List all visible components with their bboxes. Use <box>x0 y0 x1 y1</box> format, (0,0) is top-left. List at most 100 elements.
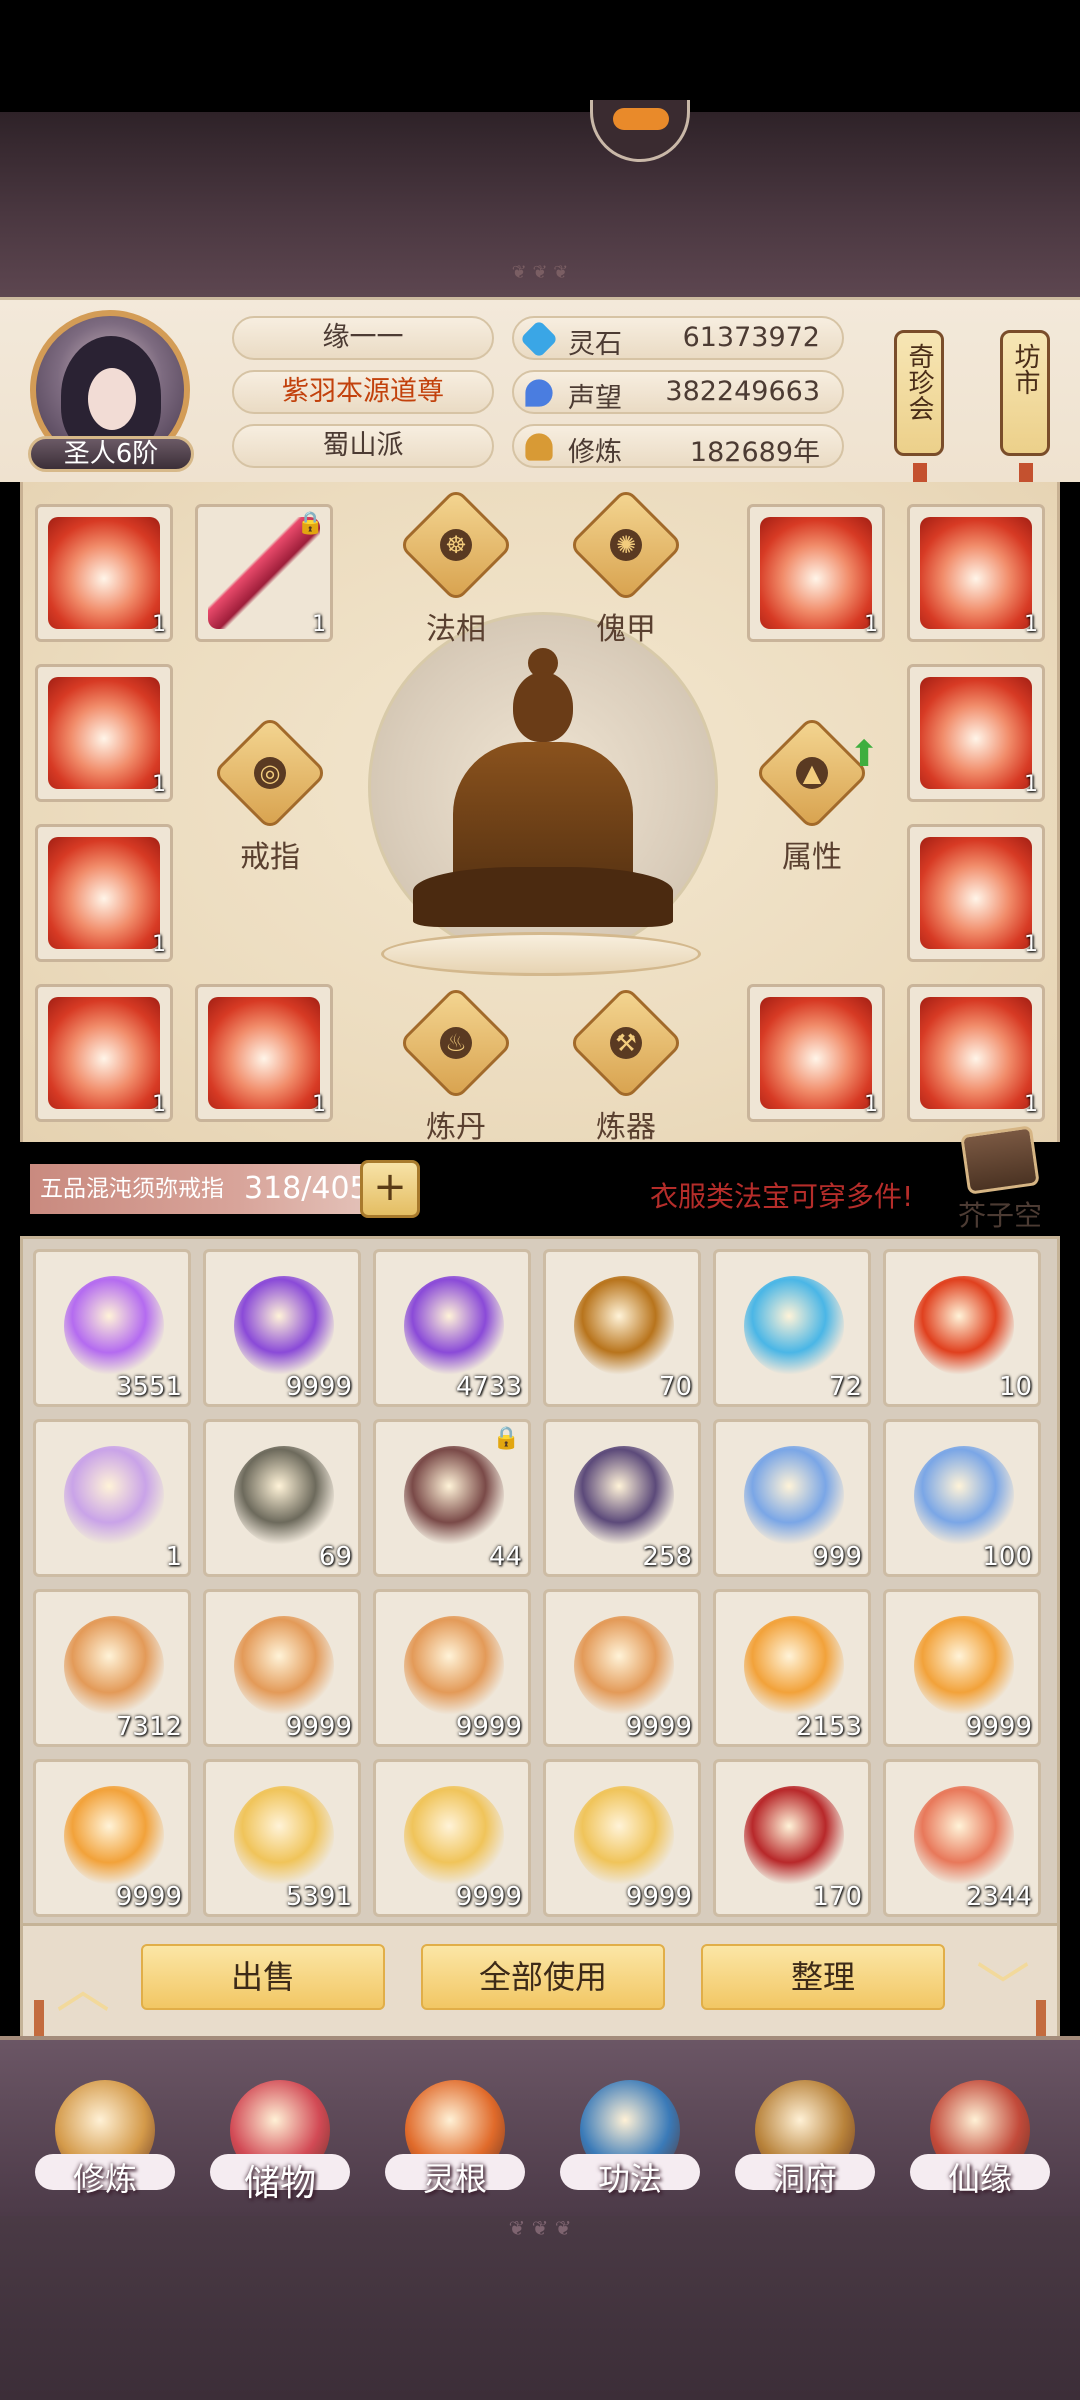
inventory-slot[interactable]: 9999 <box>33 1759 191 1917</box>
robe-icon <box>48 837 160 949</box>
inventory-slot[interactable]: 69 <box>203 1419 361 1577</box>
inventory-grid: 3551 9999 4733 70 72 10 1 69 🔒 44 258 999 100 7312 999… <box>20 1236 1060 1926</box>
inventory-slot[interactable]: 72 <box>713 1249 871 1407</box>
ore-icon <box>574 1446 674 1546</box>
lotus-icon <box>64 1446 164 1546</box>
robe-icon <box>920 997 1032 1109</box>
ore-icon <box>404 1446 504 1546</box>
equip-slot[interactable]: 1 <box>35 984 173 1122</box>
character-pedestal <box>381 932 701 976</box>
equip-slot[interactable]: 1 <box>747 504 885 642</box>
teapot-icon <box>914 1446 1014 1546</box>
equip-slot[interactable]: 1 <box>907 504 1045 642</box>
dharma-form-button[interactable]: ☸ 法相 <box>381 487 531 648</box>
inventory-slot[interactable]: 10 <box>883 1249 1041 1407</box>
inventory-slot[interactable]: 999 <box>713 1419 871 1577</box>
sand-pile-icon <box>574 1616 674 1716</box>
spirit-stone-icon <box>519 319 559 359</box>
item-count: 9999 <box>625 1712 692 1742</box>
inventory-slot[interactable]: 9999 <box>543 1589 701 1747</box>
market-button[interactable]: 坊市 <box>1000 330 1050 503</box>
item-count: 9999 <box>455 1712 522 1742</box>
nav-item-book[interactable]: 功法 <box>545 2080 715 2200</box>
nav-item-storage-bag[interactable]: 储物 <box>195 2080 365 2206</box>
equip-slot[interactable]: 1 <box>747 984 885 1122</box>
inventory-slot[interactable]: 4733 <box>373 1249 531 1407</box>
item-count: 1 <box>165 1542 182 1572</box>
teapot-icon <box>744 1446 844 1546</box>
player-sect: 蜀山派 <box>232 424 494 468</box>
inventory-slot[interactable]: 5391 <box>203 1759 361 1917</box>
status-bar-area <box>0 0 1080 112</box>
puppet-armor-button[interactable]: ✺ 傀甲 <box>551 487 701 648</box>
inventory-slot[interactable]: 2153 <box>713 1589 871 1747</box>
gold-flame-icon <box>404 1786 504 1886</box>
upgrade-arrow-icon: ⬆ <box>849 734 880 775</box>
item-count: 9999 <box>115 1882 182 1912</box>
equip-slot[interactable]: 🔒 1 <box>195 504 333 642</box>
robe-icon <box>920 517 1032 629</box>
treasure-fair-button[interactable]: 奇珍会 <box>894 330 944 503</box>
inventory-slot[interactable]: 70 <box>543 1249 701 1407</box>
sand-pile-icon <box>234 1616 334 1716</box>
equip-slot[interactable]: 1 <box>907 824 1045 962</box>
drop-icon <box>64 1786 164 1886</box>
inventory-slot[interactable]: 9999 <box>373 1589 531 1747</box>
item-count: 2153 <box>795 1712 862 1742</box>
meditation-icon: ☸ <box>440 529 472 561</box>
inventory-slot[interactable]: 9999 <box>203 1589 361 1747</box>
alchemy-button[interactable]: ♨ 炼丹 <box>381 985 531 1146</box>
equip-slot[interactable]: 1 <box>35 504 173 642</box>
equip-slot[interactable]: 1 <box>195 984 333 1122</box>
footer-ornament: ❦ ❦ ❦ <box>508 2216 572 2240</box>
nav-item-spirit-root[interactable]: 灵根 <box>370 2080 540 2200</box>
inventory-slot[interactable]: 9999 <box>373 1759 531 1917</box>
nav-item-gourd[interactable]: 仙缘 <box>895 2080 1065 2200</box>
nav-label: 灵根 <box>422 2160 487 2198</box>
nav-item-cave-house[interactable]: 洞府 <box>720 2080 890 2200</box>
amber-orb-icon <box>574 1276 674 1376</box>
page-down-button[interactable]: ﹀ <box>963 1944 1043 2020</box>
page-up-button[interactable]: ︿ <box>43 1944 123 2020</box>
inventory-slot[interactable]: 9999 <box>883 1589 1041 1747</box>
inventory-slot[interactable]: 170 <box>713 1759 871 1917</box>
robe-icon <box>920 677 1032 789</box>
red-seal-icon <box>744 1786 844 1886</box>
bottom-nav: 修炼 储物 灵根 功法 洞府 仙缘 <box>0 2036 1080 2216</box>
item-count: 9999 <box>285 1712 352 1742</box>
equip-slot[interactable]: 1 <box>35 824 173 962</box>
equip-slot[interactable]: 1 <box>907 664 1045 802</box>
inventory-slot[interactable]: 9999 <box>543 1759 701 1917</box>
robe-icon <box>760 517 872 629</box>
item-count: 999 <box>812 1542 862 1572</box>
equip-slot[interactable]: 1 <box>35 664 173 802</box>
drop-icon <box>914 1616 1014 1716</box>
nav-label: 功法 <box>597 2160 662 2198</box>
inventory-slot[interactable]: 1 <box>33 1419 191 1577</box>
expand-capacity-button[interactable]: + <box>360 1160 420 1218</box>
inventory-slot[interactable]: 100 <box>883 1419 1041 1577</box>
inventory-slot[interactable]: 3551 <box>33 1249 191 1407</box>
item-count: 100 <box>982 1542 1032 1572</box>
item-count: 9999 <box>625 1882 692 1912</box>
inventory-slot[interactable]: 9999 <box>203 1249 361 1407</box>
lock-icon: 🔒 <box>296 511 324 536</box>
nav-label: 仙缘 <box>947 2160 1012 2198</box>
inventory-slot[interactable]: 7312 <box>33 1589 191 1747</box>
equip-slot[interactable]: 1 <box>907 984 1045 1122</box>
inventory-slot[interactable]: 258 <box>543 1419 701 1577</box>
hat-icon: ▲ <box>796 757 828 789</box>
forging-button[interactable]: ⚒ 炼器 <box>551 985 701 1146</box>
nav-item-cultivation[interactable]: 修炼 <box>20 2080 190 2200</box>
use-all-button[interactable]: 全部使用 <box>421 1944 665 2010</box>
sort-button[interactable]: 整理 <box>701 1944 945 2010</box>
inventory-slot[interactable]: 2344 <box>883 1759 1041 1917</box>
sell-button[interactable]: 出售 <box>141 1944 385 2010</box>
robe-icon <box>48 677 160 789</box>
ring-button[interactable]: ◎ 戒指 <box>195 715 345 876</box>
drop-icon <box>744 1616 844 1716</box>
inventory-slot[interactable]: 🔒 44 <box>373 1419 531 1577</box>
nav-label: 储物 <box>243 2163 316 2204</box>
item-count: 9999 <box>455 1882 522 1912</box>
equipment-panel: 1 🔒 1 1 1 1 1 1 1 1 1 1 1 ☸ 法相 ✺ 傀甲 ◎ 戒指 … <box>20 482 1060 1145</box>
